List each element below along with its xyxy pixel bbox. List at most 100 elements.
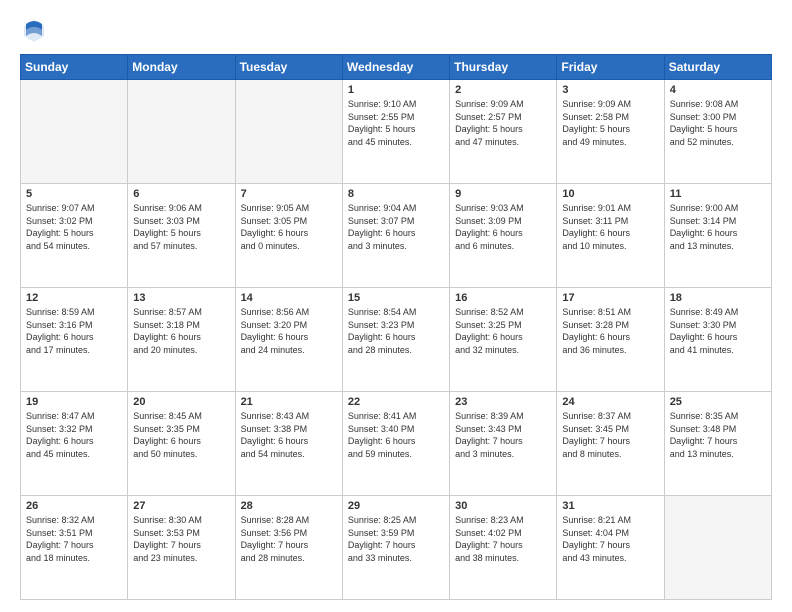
calendar-cell: 8Sunrise: 9:04 AM Sunset: 3:07 PM Daylig…: [342, 184, 449, 288]
calendar-cell: 29 Sunrise: 8:25 AM Sunset: 3:59 PM Dayli…: [342, 496, 449, 600]
day-info: Sunrise: 8:49 AM Sunset: 3:30 PM Dayligh…: [670, 306, 766, 356]
calendar-week-row: 19 Sunrise: 8:47 AM Sunset: 3:32 PM Dayli…: [21, 392, 772, 496]
day-number: 13: [133, 292, 229, 304]
day-number: 31: [562, 500, 658, 512]
day-number: 3: [562, 84, 658, 96]
day-info: Sunrise: 8:39 AM Sunset: 3:43 PM Dayligh…: [455, 410, 551, 460]
day-info: Sunrise: 8:37 AM Sunset: 3:45 PM Dayligh…: [562, 410, 658, 460]
calendar-header-monday: Monday: [128, 55, 235, 80]
day-info: Sunrise: 9:06 AM Sunset: 3:03 PM Dayligh…: [133, 202, 229, 252]
day-number: 11: [670, 188, 766, 200]
calendar-cell: [664, 496, 771, 600]
day-info: Sunrise: 8:28 AM Sunset: 3:56 PM Dayligh…: [241, 514, 337, 564]
day-info: Sunrise: 8:35 AM Sunset: 3:48 PM Dayligh…: [670, 410, 766, 460]
calendar-cell: 1 Sunrise: 9:10 AM Sunset: 2:55 PM Daylig…: [342, 80, 449, 184]
calendar-cell: 24 Sunrise: 8:37 AM Sunset: 3:45 PM Dayli…: [557, 392, 664, 496]
day-number: 19: [26, 396, 122, 408]
calendar-cell: 25Sunrise: 8:35 AM Sunset: 3:48 PM Dayli…: [664, 392, 771, 496]
calendar-cell: 19 Sunrise: 8:47 AM Sunset: 3:32 PM Dayli…: [21, 392, 128, 496]
calendar-cell: 30 Sunrise: 8:23 AM Sunset: 4:02 PM Dayli…: [450, 496, 557, 600]
logo-icon: [20, 16, 48, 44]
day-number: 27: [133, 500, 229, 512]
page: SundayMondayTuesdayWednesdayThursdayFrid…: [0, 0, 792, 612]
calendar-cell: 14 Sunrise: 8:56 AM Sunset: 3:20 PM Dayli…: [235, 288, 342, 392]
calendar-cell: 3 Sunrise: 9:09 AM Sunset: 2:58 PM Daylig…: [557, 80, 664, 184]
calendar-header-tuesday: Tuesday: [235, 55, 342, 80]
day-info: Sunrise: 8:30 AM Sunset: 3:53 PM Dayligh…: [133, 514, 229, 564]
day-number: 12: [26, 292, 122, 304]
day-number: 5: [26, 188, 122, 200]
calendar-cell: 2 Sunrise: 9:09 AM Sunset: 2:57 PM Daylig…: [450, 80, 557, 184]
calendar-cell: 10 Sunrise: 9:01 AM Sunset: 3:11 PM Dayli…: [557, 184, 664, 288]
calendar-cell: [21, 80, 128, 184]
day-number: 30: [455, 500, 551, 512]
day-number: 10: [562, 188, 658, 200]
day-number: 4: [670, 84, 766, 96]
calendar-cell: 7 Sunrise: 9:05 AM Sunset: 3:05 PM Daylig…: [235, 184, 342, 288]
calendar-week-row: 5Sunrise: 9:07 AM Sunset: 3:02 PM Daylig…: [21, 184, 772, 288]
calendar-cell: 15 Sunrise: 8:54 AM Sunset: 3:23 PM Dayli…: [342, 288, 449, 392]
day-number: 21: [241, 396, 337, 408]
day-number: 29: [348, 500, 444, 512]
day-number: 8: [348, 188, 444, 200]
day-info: Sunrise: 8:59 AM Sunset: 3:16 PM Dayligh…: [26, 306, 122, 356]
calendar-header-wednesday: Wednesday: [342, 55, 449, 80]
day-number: 22: [348, 396, 444, 408]
calendar-cell: 18 Sunrise: 8:49 AM Sunset: 3:30 PM Dayli…: [664, 288, 771, 392]
day-number: 6: [133, 188, 229, 200]
day-info: Sunrise: 8:47 AM Sunset: 3:32 PM Dayligh…: [26, 410, 122, 460]
day-info: Sunrise: 8:41 AM Sunset: 3:40 PM Dayligh…: [348, 410, 444, 460]
calendar-cell: 17 Sunrise: 8:51 AM Sunset: 3:28 PM Dayli…: [557, 288, 664, 392]
day-number: 15: [348, 292, 444, 304]
day-info: Sunrise: 9:00 AM Sunset: 3:14 PM Dayligh…: [670, 202, 766, 252]
day-number: 26: [26, 500, 122, 512]
day-info: Sunrise: 8:45 AM Sunset: 3:35 PM Dayligh…: [133, 410, 229, 460]
calendar-header-row: SundayMondayTuesdayWednesdayThursdayFrid…: [21, 55, 772, 80]
header: [20, 16, 772, 44]
day-info: Sunrise: 9:09 AM Sunset: 2:57 PM Dayligh…: [455, 98, 551, 148]
calendar-cell: 4 Sunrise: 9:08 AM Sunset: 3:00 PM Daylig…: [664, 80, 771, 184]
calendar-cell: [128, 80, 235, 184]
day-info: Sunrise: 8:56 AM Sunset: 3:20 PM Dayligh…: [241, 306, 337, 356]
calendar-cell: 13Sunrise: 8:57 AM Sunset: 3:18 PM Dayli…: [128, 288, 235, 392]
day-info: Sunrise: 9:08 AM Sunset: 3:00 PM Dayligh…: [670, 98, 766, 148]
calendar-cell: 9Sunrise: 9:03 AM Sunset: 3:09 PM Daylig…: [450, 184, 557, 288]
calendar-header-thursday: Thursday: [450, 55, 557, 80]
calendar-cell: 21 Sunrise: 8:43 AM Sunset: 3:38 PM Dayli…: [235, 392, 342, 496]
day-info: Sunrise: 9:05 AM Sunset: 3:05 PM Dayligh…: [241, 202, 337, 252]
calendar-cell: 11 Sunrise: 9:00 AM Sunset: 3:14 PM Dayli…: [664, 184, 771, 288]
calendar-cell: 16Sunrise: 8:52 AM Sunset: 3:25 PM Dayli…: [450, 288, 557, 392]
day-info: Sunrise: 9:10 AM Sunset: 2:55 PM Dayligh…: [348, 98, 444, 148]
day-number: 1: [348, 84, 444, 96]
calendar-cell: 27 Sunrise: 8:30 AM Sunset: 3:53 PM Dayli…: [128, 496, 235, 600]
day-info: Sunrise: 8:23 AM Sunset: 4:02 PM Dayligh…: [455, 514, 551, 564]
day-info: Sunrise: 9:01 AM Sunset: 3:11 PM Dayligh…: [562, 202, 658, 252]
day-number: 7: [241, 188, 337, 200]
day-info: Sunrise: 9:09 AM Sunset: 2:58 PM Dayligh…: [562, 98, 658, 148]
day-info: Sunrise: 8:54 AM Sunset: 3:23 PM Dayligh…: [348, 306, 444, 356]
day-info: Sunrise: 8:51 AM Sunset: 3:28 PM Dayligh…: [562, 306, 658, 356]
calendar-cell: 5Sunrise: 9:07 AM Sunset: 3:02 PM Daylig…: [21, 184, 128, 288]
day-info: Sunrise: 8:43 AM Sunset: 3:38 PM Dayligh…: [241, 410, 337, 460]
calendar-week-row: 1 Sunrise: 9:10 AM Sunset: 2:55 PM Daylig…: [21, 80, 772, 184]
day-number: 24: [562, 396, 658, 408]
day-info: Sunrise: 8:32 AM Sunset: 3:51 PM Dayligh…: [26, 514, 122, 564]
day-info: Sunrise: 9:03 AM Sunset: 3:09 PM Dayligh…: [455, 202, 551, 252]
calendar-cell: 12 Sunrise: 8:59 AM Sunset: 3:16 PM Dayli…: [21, 288, 128, 392]
calendar-cell: 23 Sunrise: 8:39 AM Sunset: 3:43 PM Dayli…: [450, 392, 557, 496]
day-number: 28: [241, 500, 337, 512]
calendar-cell: [235, 80, 342, 184]
day-number: 16: [455, 292, 551, 304]
calendar-cell: 28 Sunrise: 8:28 AM Sunset: 3:56 PM Dayli…: [235, 496, 342, 600]
calendar-header-saturday: Saturday: [664, 55, 771, 80]
day-number: 20: [133, 396, 229, 408]
day-number: 17: [562, 292, 658, 304]
day-info: Sunrise: 8:25 AM Sunset: 3:59 PM Dayligh…: [348, 514, 444, 564]
calendar-cell: 6 Sunrise: 9:06 AM Sunset: 3:03 PM Daylig…: [128, 184, 235, 288]
calendar-cell: 20 Sunrise: 8:45 AM Sunset: 3:35 PM Dayli…: [128, 392, 235, 496]
day-number: 14: [241, 292, 337, 304]
day-number: 2: [455, 84, 551, 96]
calendar-cell: 26 Sunrise: 8:32 AM Sunset: 3:51 PM Dayli…: [21, 496, 128, 600]
day-number: 18: [670, 292, 766, 304]
day-number: 23: [455, 396, 551, 408]
